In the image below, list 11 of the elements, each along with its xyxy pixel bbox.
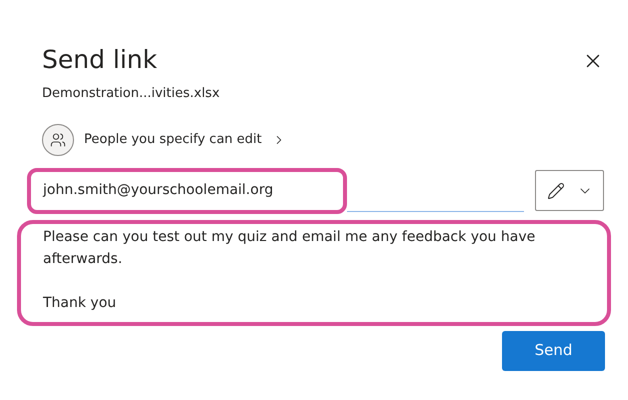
message-paragraph: Please can you test out my quiz and email me any feedback you have afterwards.	[43, 228, 536, 268]
message-field[interactable]: Please can you test out my quiz and email me any feedback you have afterwards. Thank you	[17, 220, 611, 326]
recipient-field[interactable]: john.smith@yourschoolemail.org	[27, 168, 347, 214]
file-name: Demonstration...ivities.xlsx	[41, 85, 220, 103]
send-button[interactable]: Send	[502, 330, 605, 370]
pencil-icon	[546, 182, 564, 200]
people-icon	[42, 124, 74, 156]
permission-dropdown[interactable]	[535, 170, 604, 211]
permission-link[interactable]: People you specify can edit	[42, 124, 286, 156]
dialog-title: Send link	[42, 44, 158, 76]
message-paragraph: Thank you	[43, 294, 118, 312]
